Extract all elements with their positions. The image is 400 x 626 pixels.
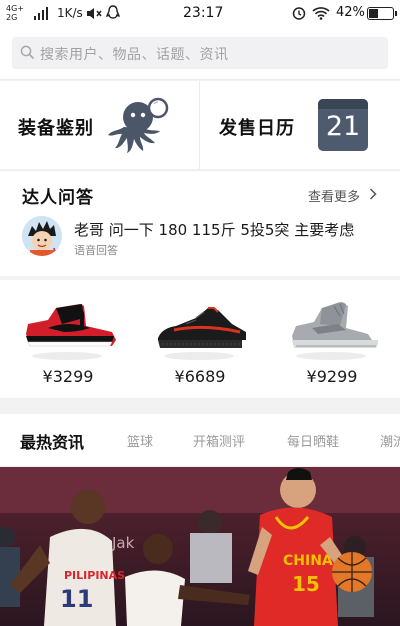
banner-jersey-number-2: 11 <box>60 585 93 613</box>
status-bar: 4G+ 2G 1K/s 23:17 42% <box>0 0 400 28</box>
red-black-high-top-sneaker-image <box>26 304 116 347</box>
question-text[interactable]: 老哥 问一下 180 115斤 5投5突 主要考虑 <box>74 219 354 240</box>
banner-jersey-number-1: 15 <box>292 572 320 596</box>
battery-percent: 42% <box>336 5 365 20</box>
equipment-authentication-entry[interactable]: 装备鉴别 <box>0 81 199 169</box>
tab-basketball[interactable]: 篮球 <box>127 431 153 450</box>
banner-jersey-text-2: PILIPINAS <box>64 569 125 582</box>
avatar-image: V5 <box>22 216 62 256</box>
expert-qa-section: 达人问答 查看更多 V5 老哥 问一下 180 115斤 5投5突 主要考虑 语… <box>0 170 400 276</box>
alarm-icon <box>292 7 306 20</box>
release-calendar-label: 发售日历 <box>219 118 295 139</box>
feature-divider <box>199 81 200 169</box>
hot-news-tabs: 最热资讯 篮球 开箱测评 每日晒鞋 潮流 <box>0 414 400 466</box>
signal-icon <box>34 7 48 20</box>
calendar-icon: 21 <box>318 99 368 151</box>
expert-qa-title: 达人问答 <box>22 188 94 208</box>
tab-trend[interactable]: 潮流 <box>380 431 400 450</box>
product-price: ¥9299 <box>306 367 358 386</box>
answer-type-label: 语音回答 <box>74 244 118 257</box>
network-type-top: 4G+ <box>6 4 24 13</box>
basketball-game-photo: Jak PILIPINAS 11 CHINA 15 <box>0 467 400 626</box>
search-input[interactable]: 搜索用户、物品、话题、资讯 <box>12 37 388 69</box>
grey-high-top-sneaker-image <box>292 302 378 348</box>
product-card[interactable]: ¥6689 <box>150 290 250 396</box>
network-type: 4G+ 2G <box>6 4 24 22</box>
product-price: ¥3299 <box>42 367 94 386</box>
battery-icon <box>367 7 397 20</box>
release-calendar-entry[interactable]: 发售日历 21 <box>201 81 400 169</box>
banner-jersey-text-1: CHINA <box>283 553 333 569</box>
mute-icon <box>87 8 102 19</box>
product-list: ¥3299 ¥6689 ¥9299 <box>0 280 400 398</box>
search-placeholder: 搜索用户、物品、话题、资讯 <box>40 47 229 63</box>
tab-unboxing-review[interactable]: 开箱测评 <box>193 431 245 450</box>
qq-icon <box>106 5 120 19</box>
chevron-right-icon[interactable] <box>369 188 377 200</box>
news-banner-image[interactable]: Jak PILIPINAS 11 CHINA 15 <box>0 467 400 626</box>
search-icon <box>20 45 35 60</box>
product-price: ¥6689 <box>174 367 226 386</box>
see-more-link[interactable]: 查看更多 <box>308 186 360 205</box>
equipment-authentication-label: 装备鉴别 <box>18 118 94 139</box>
network-type-bottom: 2G <box>6 13 18 22</box>
avatar[interactable]: V5 <box>22 216 62 256</box>
wifi-icon <box>312 7 330 20</box>
svg-text:V5: V5 <box>53 247 62 256</box>
feature-entries: 装备鉴别 发售日历 21 <box>0 81 400 169</box>
clock: 23:17 <box>183 5 224 21</box>
product-card[interactable]: ¥3299 <box>18 290 118 396</box>
network-speed: 1K/s <box>57 6 83 20</box>
tab-daily-sneaker-post[interactable]: 每日晒鞋 <box>287 431 339 450</box>
search-bar-container: 搜索用户、物品、话题、资讯 <box>0 28 400 80</box>
calendar-day: 21 <box>325 111 361 142</box>
banner-background-text: Jak <box>111 534 135 552</box>
black-red-knit-sneaker-image <box>158 307 246 348</box>
tab-hot-news[interactable]: 最热资讯 <box>20 429 84 453</box>
octopus-magnifier-icon <box>108 97 169 153</box>
product-card[interactable]: ¥9299 <box>282 290 382 396</box>
